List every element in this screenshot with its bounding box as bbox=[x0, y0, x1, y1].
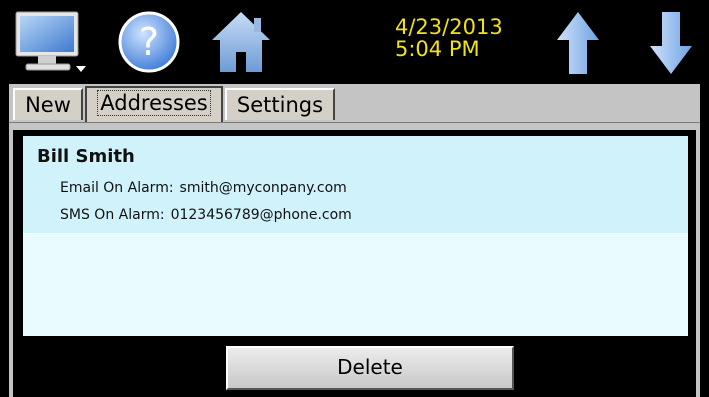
down-arrow-icon[interactable] bbox=[648, 10, 694, 76]
list-item[interactable]: Bill Smith Email On Alarm: smith@myconpan… bbox=[23, 136, 688, 233]
sms-value: 0123456789@phone.com bbox=[170, 207, 352, 223]
tab-new-label: New bbox=[25, 93, 71, 117]
tab-settings[interactable]: Settings bbox=[225, 88, 335, 120]
delete-button[interactable]: Delete bbox=[226, 346, 514, 390]
date-text: 4/23/2013 bbox=[395, 15, 503, 39]
email-value: smith@myconpany.com bbox=[179, 180, 347, 196]
home-icon[interactable] bbox=[210, 10, 272, 74]
email-line: Email On Alarm: smith@myconpany.com bbox=[60, 180, 347, 196]
tab-settings-label: Settings bbox=[236, 93, 324, 117]
tab-addresses[interactable]: Addresses bbox=[85, 86, 223, 122]
sms-line: SMS On Alarm: 0123456789@phone.com bbox=[60, 207, 352, 223]
sms-label: SMS On Alarm: bbox=[60, 207, 165, 223]
up-arrow-icon[interactable] bbox=[555, 10, 601, 76]
tab-addresses-label: Addresses bbox=[97, 90, 211, 116]
time-text: 5:04 PM bbox=[395, 37, 480, 61]
row-divider bbox=[23, 233, 688, 234]
top-toolbar: ? 4/23/2013 5:04 PM bbox=[0, 0, 709, 84]
contact-name: Bill Smith bbox=[37, 146, 135, 167]
tab-new[interactable]: New bbox=[13, 88, 83, 120]
email-label: Email On Alarm: bbox=[60, 180, 174, 196]
help-icon[interactable]: ? bbox=[117, 10, 181, 74]
main-panel: New Addresses Settings Bill Smith Email … bbox=[9, 84, 700, 397]
tab-bar: New Addresses Settings bbox=[9, 84, 700, 123]
clock: 4/23/2013 5:04 PM bbox=[395, 16, 503, 60]
svg-text:?: ? bbox=[139, 20, 159, 64]
address-list[interactable]: Bill Smith Email On Alarm: smith@myconpan… bbox=[23, 136, 688, 336]
monitor-icon[interactable] bbox=[14, 10, 90, 76]
